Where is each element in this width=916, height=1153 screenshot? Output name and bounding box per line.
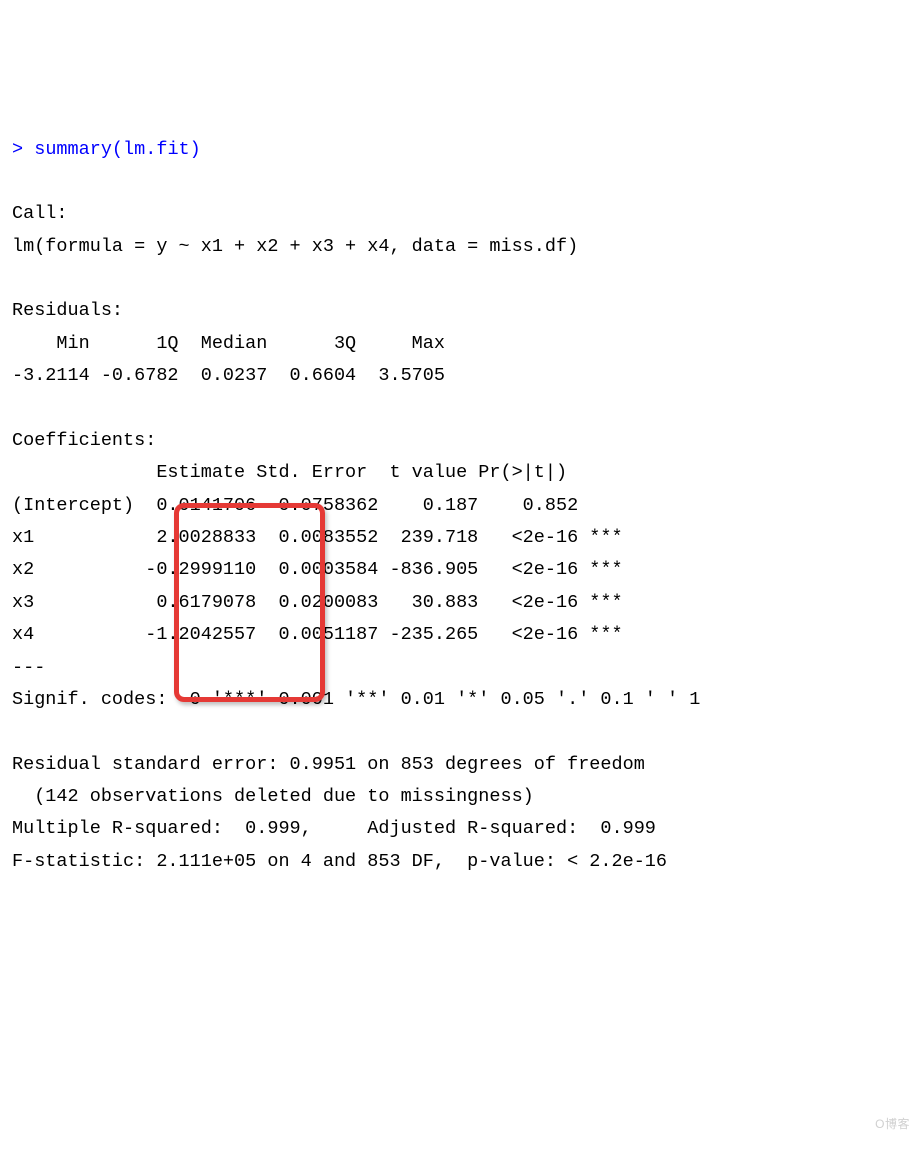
coefficients-header: Coefficients: [12, 430, 156, 451]
r-output: Call: lm(formula = y ~ x1 + x2 + x3 + x4… [12, 166, 904, 911]
residuals-cols: Min 1Q Median 3Q Max [12, 333, 456, 354]
coefficients-row: x3 0.6179078 0.0200083 30.883 <2e-16 *** [12, 592, 623, 613]
call-header: Call: [12, 203, 68, 224]
signif-codes: Signif. codes: 0 '***' 0.001 '**' 0.01 '… [12, 689, 700, 710]
rsquared-line: Multiple R-squared: 0.999, Adjusted R-sq… [12, 818, 667, 839]
coefficients-row: x2 -0.2999110 0.0003584 -836.905 <2e-16 … [12, 559, 623, 580]
coefficients-columns: Estimate Std. Error t value Pr(>|t|) [12, 462, 612, 483]
call-line: lm(formula = y ~ x1 + x2 + x3 + x4, data… [12, 236, 578, 257]
r-command: summary(lm.fit) [34, 139, 201, 160]
coefficients-row: x1 2.0028833 0.0083552 239.718 <2e-16 **… [12, 527, 623, 548]
missing-line: (142 observations deleted due to missing… [12, 786, 534, 807]
residuals-header: Residuals: [12, 300, 123, 321]
residuals-values: -3.2114 -0.6782 0.0237 0.6604 3.5705 [12, 365, 456, 386]
coefficients-row: (Intercept) 0.0141706 0.0758362 0.187 0.… [12, 495, 623, 516]
r-prompt: > [12, 139, 34, 160]
rse-line: Residual standard error: 0.9951 on 853 d… [12, 754, 645, 775]
watermark: O博客 [875, 1114, 910, 1135]
fstat-line: F-statistic: 2.111e+05 on 4 and 853 DF, … [12, 851, 667, 872]
rule-line: --- [12, 657, 45, 678]
coefficients-row: x4 -1.2042557 0.0051187 -235.265 <2e-16 … [12, 624, 623, 645]
